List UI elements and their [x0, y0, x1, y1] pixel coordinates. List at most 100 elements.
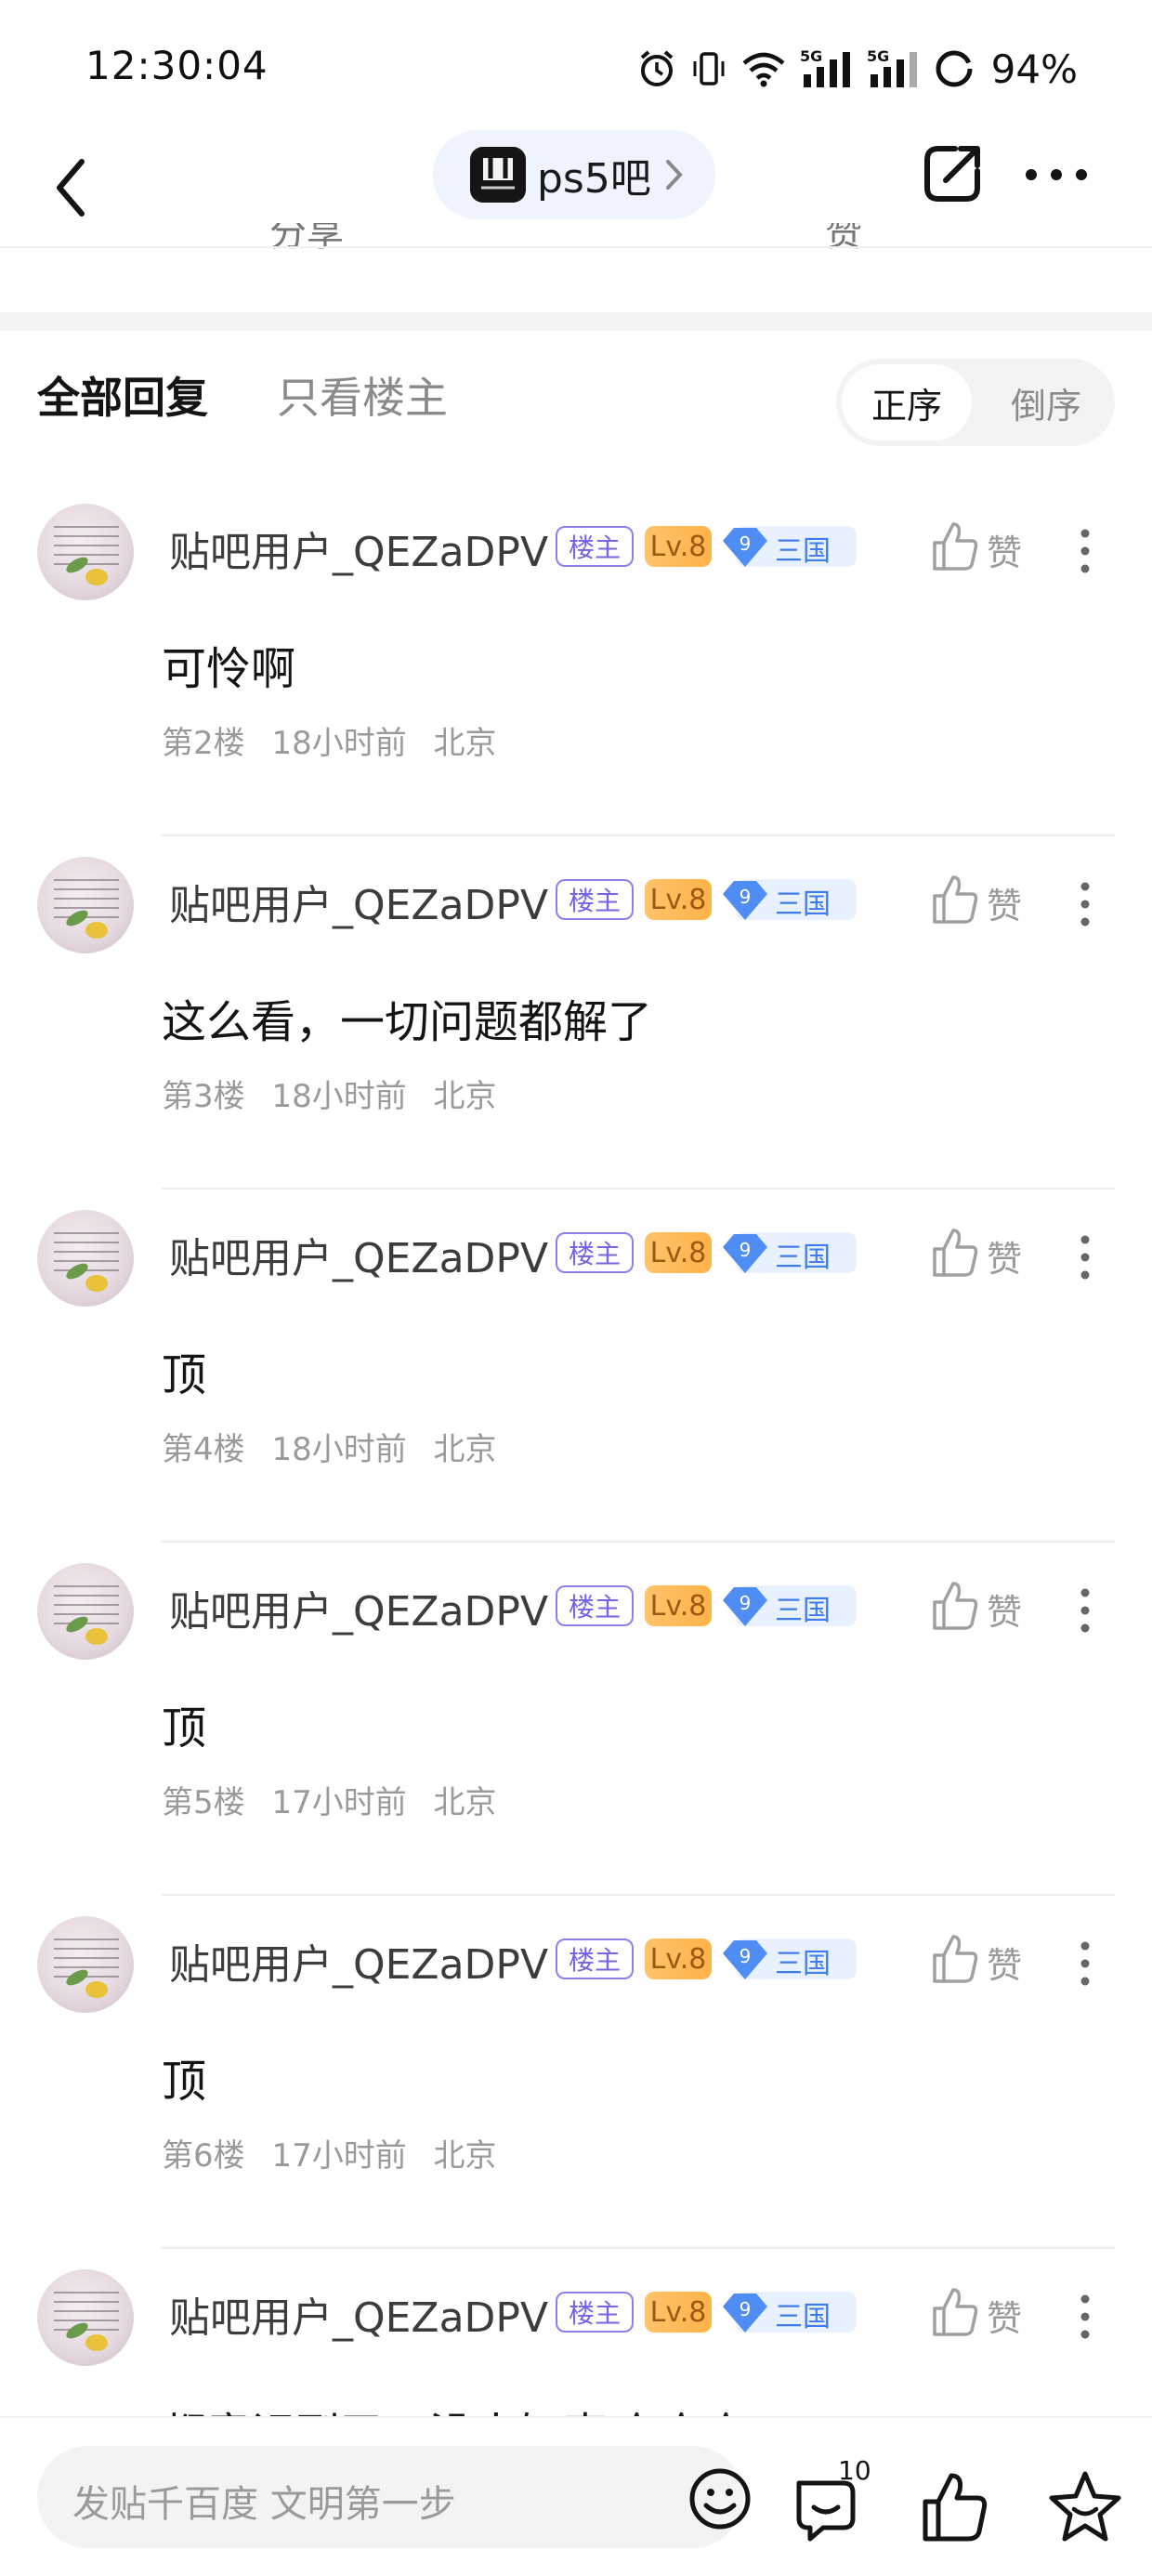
more-vert-icon[interactable] [1076, 881, 1094, 927]
avatar[interactable] [37, 857, 134, 953]
svg-text:9: 9 [740, 532, 752, 555]
avatar[interactable] [37, 504, 134, 600]
ps5-logo-icon [470, 147, 526, 203]
floor-number: 第3楼 [162, 1078, 245, 1115]
vip-badge: 9 三国 [721, 2286, 857, 2338]
like-icon[interactable] [931, 1580, 979, 1632]
reply-meta: 第2楼 18小时前 北京 [162, 717, 514, 763]
more-icon[interactable] [1024, 165, 1089, 184]
username[interactable]: 贴吧用户_QEZaDPV [169, 2284, 548, 2344]
share-icon[interactable] [920, 141, 985, 206]
like-label[interactable]: 赞 [987, 524, 1022, 575]
username[interactable]: 贴吧用户_QEZaDPV [169, 1225, 548, 1284]
reply-content: 顶 [162, 1349, 207, 1401]
reply-item: 贴吧用户_QEZaDPV 楼主 Lv.8 9 三国 赞 都意识到了 [0, 2249, 1152, 2416]
diamond-icon: 9 [723, 528, 767, 567]
like-label[interactable]: 赞 [987, 1584, 1022, 1635]
like-icon[interactable] [931, 874, 979, 926]
diamond-icon: 9 [723, 1587, 767, 1626]
thumb-up-icon[interactable] [920, 2470, 990, 2544]
like-icon[interactable] [931, 2286, 979, 2338]
avatar[interactable] [37, 1210, 134, 1307]
status-time: 12:30:04 [85, 43, 268, 88]
sort-toggle: 正序 倒序 [836, 359, 1115, 446]
more-vert-icon[interactable] [1076, 1234, 1094, 1281]
emoji-icon[interactable] [687, 2466, 753, 2531]
like-icon[interactable] [931, 520, 979, 572]
diamond-icon: 9 [723, 1234, 767, 1273]
diamond-icon: 9 [723, 2293, 767, 2333]
reply-input-placeholder: 发贴千百度 文明第一步 [72, 2483, 456, 2526]
more-vert-icon[interactable] [1076, 528, 1094, 574]
reply-content: 可怜啊 [162, 643, 296, 695]
nav-divider [0, 246, 1152, 248]
reply-time: 17小时前 [271, 2137, 407, 2175]
avatar[interactable] [37, 1563, 134, 1660]
tab-all-replies[interactable]: 全部回复 [37, 364, 208, 426]
diamond-icon: 9 [723, 881, 767, 920]
forum-avatar [470, 147, 526, 203]
floor-number: 第2楼 [162, 725, 245, 762]
alarm-icon [640, 50, 673, 86]
battery-level: 94% [990, 46, 1078, 92]
reply-content: 顶 [162, 2056, 207, 2108]
reply-content: 都意识到了，没人知声哈哈哈 [162, 2398, 741, 2416]
owner-badge: 楼主 [556, 879, 634, 920]
username[interactable]: 贴吧用户_QEZaDPV [169, 519, 548, 578]
battery-icon [936, 50, 973, 87]
reply-item: 贴吧用户_QEZaDPV 楼主 Lv.8 9 三国 赞 顶 [0, 1896, 1152, 2249]
reply-location: 北京 [433, 725, 497, 762]
avatar[interactable] [37, 2269, 134, 2366]
reply-location: 北京 [433, 2137, 497, 2175]
vip-badge: 9 三国 [721, 1933, 857, 1985]
reply-time: 18小时前 [271, 1431, 407, 1468]
svg-text:9: 9 [740, 1592, 752, 1614]
sort-asc-button[interactable]: 正序 [842, 364, 972, 440]
more-vert-icon[interactable] [1076, 2293, 1094, 2340]
level-badge: Lv.8 [645, 1232, 712, 1273]
level-badge: Lv.8 [645, 2292, 712, 2333]
username[interactable]: 贴吧用户_QEZaDPV [169, 872, 548, 931]
sort-desc-button[interactable]: 倒序 [985, 364, 1107, 440]
username[interactable]: 贴吧用户_QEZaDPV [169, 1578, 548, 1637]
like-label[interactable]: 赞 [987, 2290, 1022, 2341]
reply-location: 北京 [433, 1078, 497, 1115]
favorite-icon[interactable] [1046, 2468, 1124, 2546]
reply-location: 北京 [433, 1784, 497, 1821]
floor-number: 第6楼 [162, 2137, 245, 2175]
forum-chip[interactable]: ps5吧 [433, 130, 715, 219]
level-badge: Lv.8 [645, 1939, 712, 1979]
share-label[interactable]: 分享 [269, 223, 344, 256]
reply-meta: 第6楼 17小时前 北京 [162, 2130, 514, 2175]
more-vert-icon[interactable] [1076, 1940, 1094, 1987]
svg-text:9: 9 [740, 886, 752, 908]
more-vert-icon[interactable] [1076, 1587, 1094, 1634]
like-icon[interactable] [931, 1933, 979, 1985]
diamond-icon: 9 [723, 1940, 767, 1979]
like-icon[interactable] [931, 1227, 979, 1279]
reply-meta: 第5楼 17小时前 北京 [162, 1777, 514, 1822]
wifi-icon [742, 52, 785, 87]
like-label[interactable]: 赞 [987, 1230, 1022, 1281]
svg-text:9: 9 [740, 2298, 752, 2320]
comment-count: 10 [838, 2455, 871, 2486]
like-label[interactable]: 赞 [825, 223, 862, 256]
floor-number: 第5楼 [162, 1784, 245, 1821]
status-icons: 5G 5G 94% [636, 43, 1078, 95]
chevron-right-icon [665, 160, 683, 190]
level-badge: Lv.8 [645, 879, 712, 920]
back-icon[interactable] [45, 143, 100, 227]
avatar[interactable] [37, 1916, 134, 2013]
bottom-bar: 发贴千百度 文明第一步 10 [0, 2416, 1152, 2576]
like-label[interactable]: 赞 [987, 1937, 1022, 1988]
like-label[interactable]: 赞 [987, 877, 1022, 928]
section-gap [0, 312, 1152, 331]
tab-owner-only[interactable]: 只看楼主 [277, 364, 448, 426]
username[interactable]: 贴吧用户_QEZaDPV [169, 1931, 548, 1991]
reply-input[interactable]: 发贴千百度 文明第一步 [37, 2446, 751, 2548]
vip-badge: 9 三国 [721, 520, 857, 572]
signal-icon: 5G [800, 47, 850, 87]
reply-location: 北京 [433, 1431, 497, 1468]
network-label: 5G [800, 47, 822, 65]
reply-content: 顶 [162, 1702, 207, 1755]
